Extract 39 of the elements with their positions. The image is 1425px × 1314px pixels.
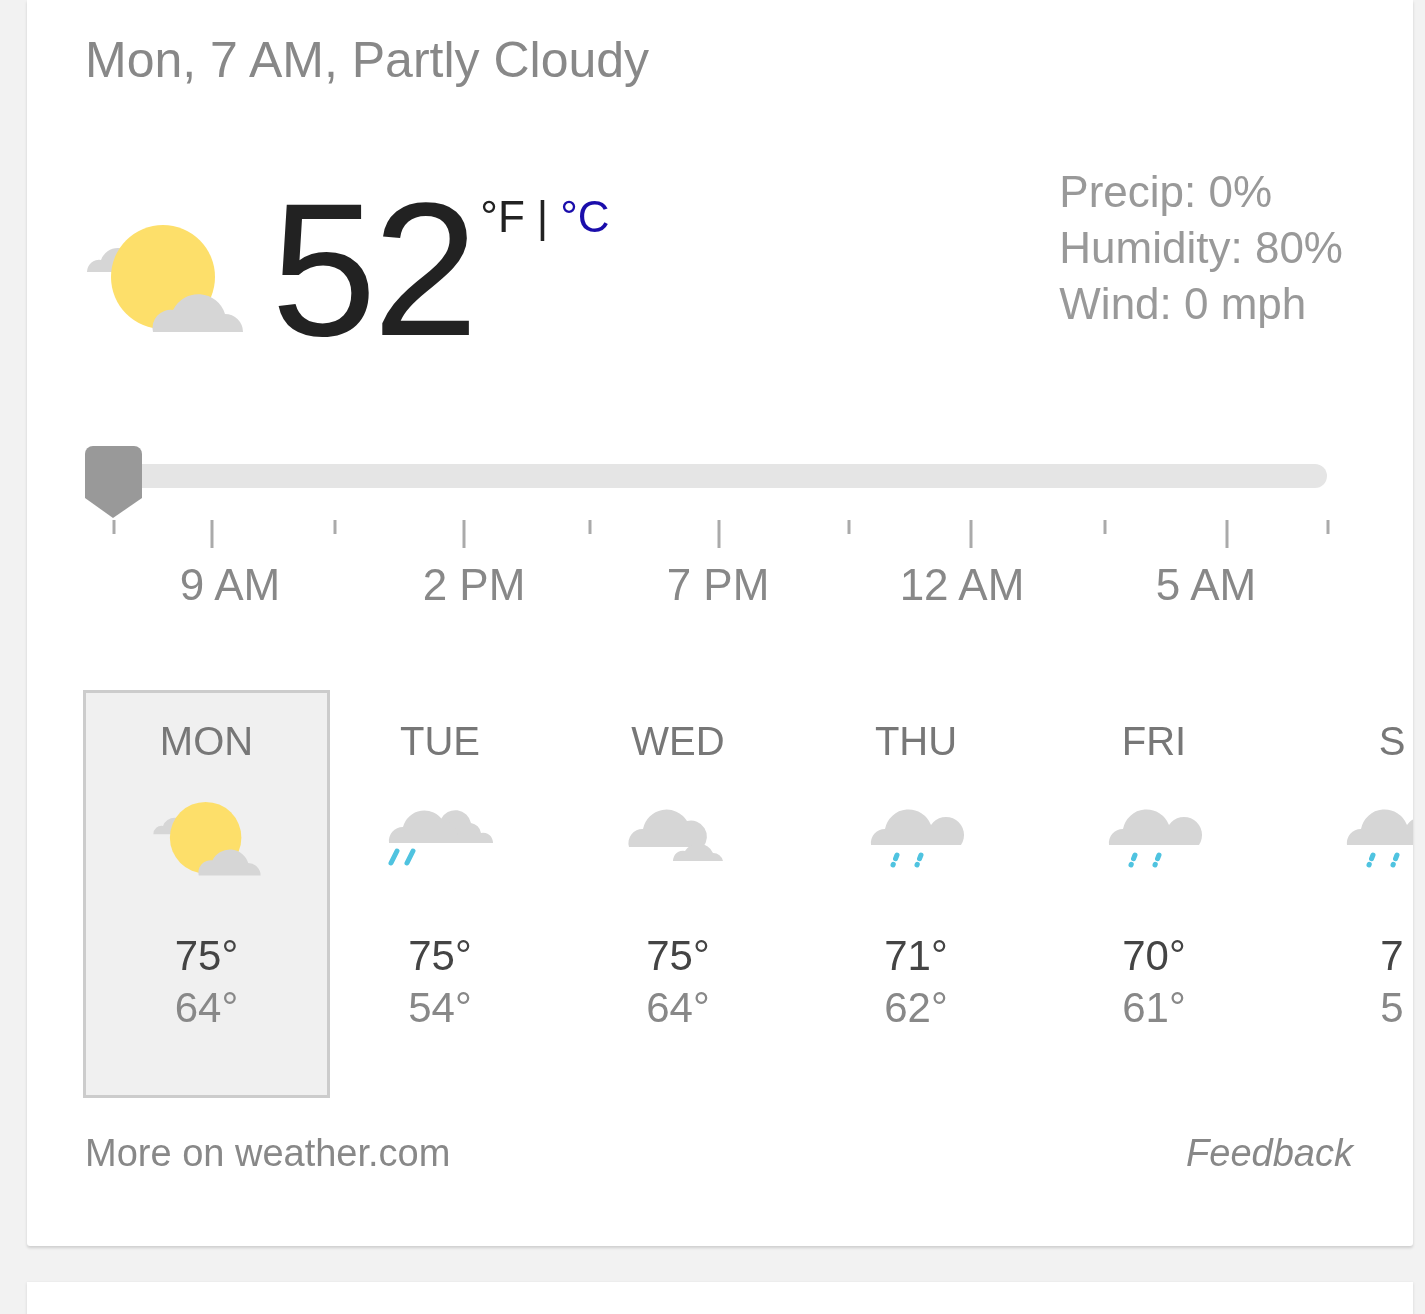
partly-cloudy-icon [85, 224, 245, 334]
high-temperature: 75° [408, 932, 472, 980]
weather-detail: Wind: 0 mph [1059, 278, 1308, 330]
time-label: 9 AM [178, 560, 282, 610]
day-name: TUE [400, 719, 480, 764]
high-temperature: 75° [646, 932, 710, 980]
forecast-day[interactable]: THU 71° 62° [797, 690, 1035, 1098]
low-temperature: 64° [174, 984, 239, 1032]
conditions-subtitle: Mon, 7 AM, Partly Cloudy [85, 31, 651, 90]
forecast-day[interactable]: MON 75° 64° [83, 690, 330, 1098]
forecast-day[interactable]: WED 75° 64° [559, 690, 797, 1098]
current-temperature: 52 [271, 184, 475, 354]
day-name: THU [874, 719, 958, 764]
high-temperature: 71° [884, 932, 948, 980]
forecast-day[interactable]: FRI 70° 61° [1035, 690, 1273, 1098]
forecast-day[interactable]: S 7 5 [1273, 690, 1413, 1098]
high-temperature: 75° [174, 932, 239, 980]
low-temperature: 5 [1380, 984, 1404, 1032]
low-temperature: 62° [884, 984, 948, 1032]
time-label: 2 PM [421, 560, 527, 610]
low-temperature: 61° [1122, 984, 1186, 1032]
high-temperature: 70° [1122, 932, 1186, 980]
day-name: MON [159, 719, 254, 764]
unit-toggle[interactable]: °C [560, 192, 610, 242]
unit-separator: | [536, 192, 549, 242]
weather-link[interactable]: More on weather.com [85, 1132, 451, 1175]
feedback-link[interactable]: Feedback [1186, 1132, 1353, 1175]
day-name: WED [631, 719, 725, 764]
low-temperature: 54° [408, 984, 472, 1032]
time-label: 5 AM [1154, 560, 1258, 610]
low-temperature: 64° [646, 984, 710, 1032]
time-label: 7 PM [665, 560, 771, 610]
day-name: FRI [1121, 719, 1187, 764]
weather-detail: Humidity: 80% [1059, 222, 1343, 274]
weather-detail: Precip: 0% [1059, 166, 1274, 218]
high-temperature: 7 [1380, 932, 1404, 980]
unit-toggle[interactable]: °F [480, 192, 525, 242]
time-label: 12 AM [898, 560, 1026, 610]
day-name: S [1378, 719, 1406, 764]
